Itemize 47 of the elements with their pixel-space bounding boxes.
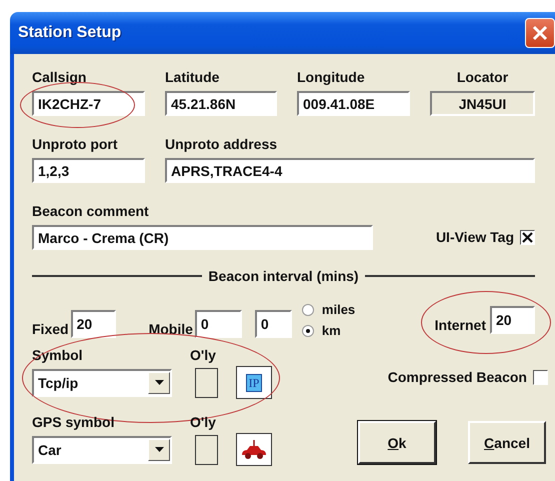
input-field[interactable]: 45.21.86N (165, 91, 277, 116)
close-icon (531, 24, 549, 42)
input-field[interactable]: 1,2,3 (32, 158, 145, 183)
input-field[interactable]: Marco - Crema (CR) (32, 225, 373, 250)
symbol-preview-button[interactable] (236, 433, 272, 466)
checkbox-label: Compressed Beacon (388, 368, 527, 386)
field-label: Beacon comment (32, 202, 150, 220)
field-label: Internet (434, 316, 486, 334)
radio-button[interactable] (302, 304, 314, 316)
gps-symbol-dropdown[interactable]: Car (32, 436, 172, 464)
symbol-preview-button[interactable]: IP (236, 366, 272, 399)
overlay-box[interactable] (195, 368, 218, 398)
field-label: Longitude (297, 68, 366, 86)
field-label: Mobile (148, 320, 193, 338)
input-field[interactable]: 0 (254, 310, 292, 338)
field-label: O'ly (190, 413, 216, 431)
field-label: Callsign (32, 68, 88, 86)
symbol-dropdown[interactable]: Tcp/ip (32, 368, 172, 396)
checkbox[interactable] (520, 230, 535, 244)
checkbox-label: UI-View Tag (436, 228, 514, 246)
caret-icon (154, 447, 164, 452)
field-label: Unproto port (32, 135, 119, 153)
close-button[interactable] (525, 18, 555, 48)
caret-icon (154, 380, 164, 385)
input-field[interactable]: APRS,TRACE4-4 (165, 158, 535, 183)
field-label: GPS symbol (32, 413, 116, 431)
checkbox[interactable] (533, 370, 548, 384)
dialog-button[interactable]: Cancel (468, 421, 546, 464)
input-field[interactable]: IK2CHZ-7 (32, 91, 145, 116)
input-field[interactable]: 0 (194, 310, 242, 338)
input-field[interactable]: JN45UI (430, 91, 535, 116)
field-label: Locator (456, 68, 510, 86)
window-title: Station Setup (18, 24, 122, 42)
dialog-button[interactable]: Ok (358, 421, 436, 464)
radio-label: km (322, 323, 341, 338)
input-field[interactable]: 009.41.08E (297, 91, 410, 116)
field-label: Unproto address (165, 135, 278, 153)
radio-label: miles (322, 302, 356, 317)
car-icon (240, 440, 268, 460)
overlay-box[interactable] (195, 434, 218, 464)
input-field[interactable]: 20 (490, 306, 535, 334)
input-field[interactable]: 20 (70, 310, 116, 338)
radio-button[interactable] (302, 324, 314, 336)
field-label: Latitude (165, 68, 220, 86)
field-label: O'ly (190, 346, 216, 364)
field-label: Fixed (32, 320, 69, 338)
group-title: Beacon interval (mins) (208, 268, 359, 284)
